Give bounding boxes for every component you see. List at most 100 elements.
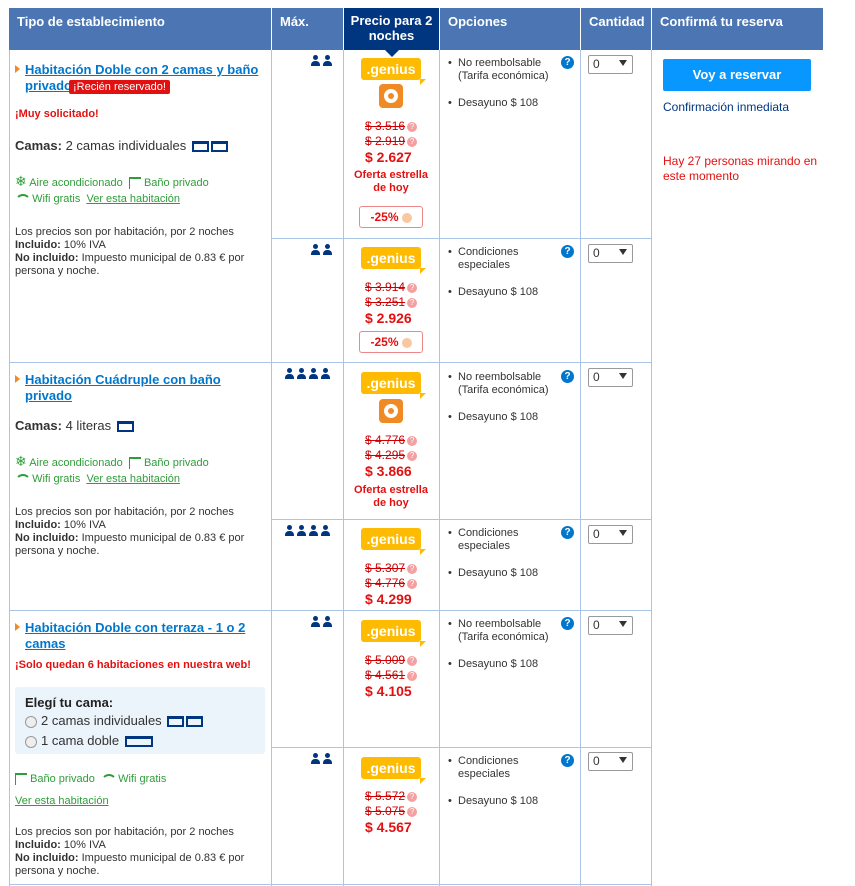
final-price: $ 3.866: [365, 463, 412, 479]
quantity-select[interactable]: 0: [588, 525, 633, 544]
bunk-bed-icon: [116, 421, 134, 433]
room1-popular-label: ¡Muy solicitado!: [15, 108, 99, 120]
quantity-select[interactable]: 0: [588, 244, 633, 263]
col-header-tipo: Tipo de establecimiento: [9, 8, 271, 50]
room3-price-notes: Los precios son por habitación, por 2 no…: [15, 826, 245, 877]
final-price: $ 2.627: [365, 149, 412, 165]
help-icon[interactable]: ?: [561, 370, 574, 383]
room3-scarcity-label: ¡Solo quedan 6 habitaciones en nuestra w…: [15, 659, 251, 671]
genius-badge: .genius: [361, 620, 426, 647]
discounted-price: $ 2.919?: [365, 134, 418, 148]
option-nonrefundable: No reembolsable (Tarifa económica): [448, 618, 573, 644]
discounted-price: $ 4.561?: [365, 668, 418, 682]
help-icon[interactable]: ?: [561, 526, 574, 539]
room2-facilities: ❄ Aire acondicionado Baño privado: [15, 453, 209, 470]
room2-wifi: Wifi gratis Ver esta habitación: [15, 473, 180, 485]
help-icon[interactable]: ?: [561, 56, 574, 69]
room-arrow-icon: [15, 623, 20, 631]
option-breakfast: Desayuno $ 108: [448, 795, 538, 808]
option-breakfast: Desayuno $ 108: [448, 97, 538, 110]
room2-name-link[interactable]: Habitación Cuádruple con baño privado: [25, 372, 245, 404]
shower-icon: [15, 773, 27, 786]
reserve-button[interactable]: Voy a reservar: [663, 59, 811, 91]
discount-badge: -25%: [359, 331, 423, 353]
deal-label: Oferta estrella de hoy: [354, 484, 428, 509]
option-nonrefundable: No reembolsable (Tarifa económica): [448, 371, 573, 397]
discount-badge: -25%: [359, 206, 423, 228]
genius-badge: .genius: [361, 757, 426, 784]
room-arrow-icon: [15, 65, 20, 73]
max-occupancy-2: [310, 244, 334, 256]
wifi-icon: [15, 474, 31, 484]
room1-see-room-link[interactable]: Ver esta habitación: [86, 193, 180, 205]
original-price: $ 5.009?: [365, 653, 418, 667]
original-price: $ 5.572?: [365, 789, 418, 803]
option-breakfast: Desayuno $ 108: [448, 286, 538, 299]
radio-button: [25, 715, 37, 728]
option-special-conditions: Condiciones especiales: [448, 246, 548, 272]
quantity-select[interactable]: 0: [588, 616, 633, 635]
col-header-confirma: Confirmá tu reserva: [652, 8, 823, 50]
quantity-select[interactable]: 0: [588, 55, 633, 74]
double-bed-icon: [124, 736, 153, 748]
bed-option-double[interactable]: 1 cama doble: [25, 733, 153, 748]
room1-price-notes: Los precios son por habitación, por 2 no…: [15, 226, 245, 277]
bed-icon: [191, 141, 209, 153]
quantity-select[interactable]: 0: [588, 368, 633, 387]
room1-wifi: Wifi gratis Ver esta habitación: [15, 193, 180, 205]
room3-facilities: Baño privado Wifi gratis: [15, 773, 166, 786]
room3-wifi-row: Ver esta habitación: [15, 795, 109, 807]
snowflake-icon: ❄: [15, 453, 27, 469]
shower-icon: [128, 177, 141, 190]
original-price: $ 4.776?: [365, 433, 418, 447]
original-price: $ 3.914?: [365, 280, 418, 294]
col-header-precio: Precio para 2 noches: [344, 8, 439, 57]
bed-choice-title: Elegí tu cama:: [25, 695, 114, 710]
col-header-cantidad: Cantidad: [581, 8, 651, 50]
max-occupancy-4: [284, 368, 332, 380]
discounted-price: $ 5.075?: [365, 804, 418, 818]
room3-name-link[interactable]: Habitación Doble con terraza - 1 o 2 cam…: [25, 620, 255, 652]
genius-badge: .genius: [361, 247, 426, 274]
col-header-max: Máx.: [272, 8, 343, 50]
bed-icon: [167, 716, 185, 728]
option-breakfast: Desayuno $ 108: [448, 411, 538, 424]
genius-deal-icon: [379, 84, 403, 108]
snowflake-icon: ❄: [15, 173, 27, 189]
bed-option-twin[interactable]: 2 camas individuales: [25, 713, 204, 728]
final-price: $ 4.567: [365, 819, 412, 835]
genius-badge: .genius: [361, 58, 426, 85]
room3-see-room-link[interactable]: Ver esta habitación: [15, 795, 109, 807]
bed-icon: [210, 141, 228, 153]
deal-label: Oferta estrella de hoy: [354, 169, 428, 194]
room2-price-notes: Los precios son por habitación, por 2 no…: [15, 506, 245, 557]
room1-beds: Camas: 2 camas individuales: [15, 138, 228, 153]
quantity-select[interactable]: 0: [588, 752, 633, 771]
discounted-price: $ 4.295?: [365, 448, 418, 462]
final-price: $ 4.105: [365, 683, 412, 699]
room1-facilities: ❄ Aire acondicionado Baño privado: [15, 173, 209, 190]
col-header-opciones: Opciones: [440, 8, 580, 50]
info-icon: [401, 212, 412, 223]
original-price: $ 5.307?: [365, 561, 418, 575]
option-breakfast: Desayuno $ 108: [448, 658, 538, 671]
max-occupancy-2: [310, 55, 334, 67]
option-special-conditions: Condiciones especiales: [448, 755, 548, 781]
bed-icon: [186, 716, 204, 728]
discounted-price: $ 4.776?: [365, 576, 418, 590]
help-icon[interactable]: ?: [561, 617, 574, 630]
radio-button: [25, 735, 37, 748]
help-icon[interactable]: ?: [561, 754, 574, 767]
help-icon[interactable]: ?: [561, 245, 574, 258]
option-special-conditions: Condiciones especiales: [448, 527, 548, 553]
instant-confirmation: Confirmación inmediata: [663, 100, 790, 114]
room2-see-room-link[interactable]: Ver esta habitación: [86, 473, 180, 485]
room2-beds: Camas: 4 literas: [15, 418, 134, 433]
watching-notice: Hay 27 personas mirando en este momento: [663, 154, 818, 183]
genius-deal-icon: [379, 399, 403, 423]
room1-booked-badge: ¡Recién reservado!: [69, 80, 170, 94]
bed-choice-panel: Elegí tu cama: 2 camas individuales 1 ca…: [15, 687, 265, 754]
info-icon: [401, 337, 412, 348]
max-occupancy-2: [310, 616, 334, 628]
option-breakfast: Desayuno $ 108: [448, 567, 538, 580]
